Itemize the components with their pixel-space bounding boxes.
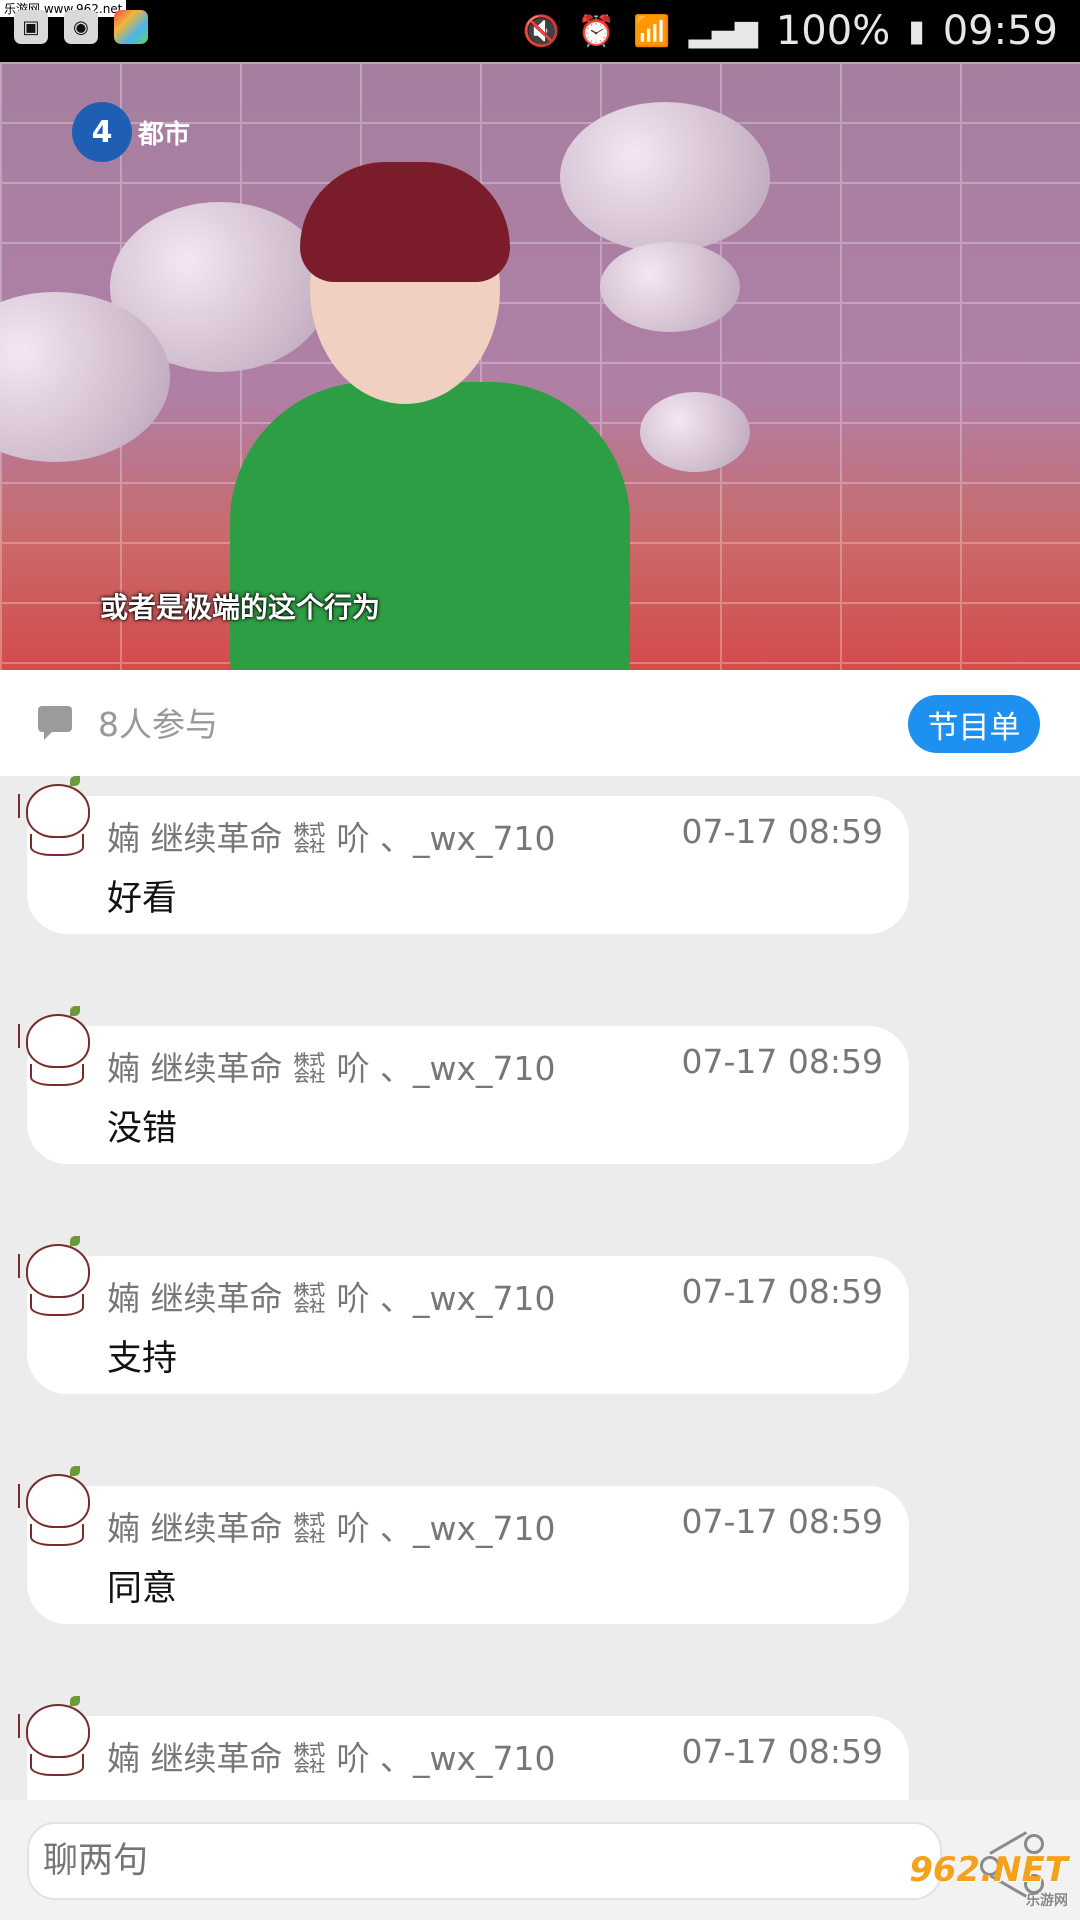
decor-blob [560, 102, 770, 252]
channel-logo: 4 都市 [72, 102, 190, 162]
participant-count: 8人参与 [98, 705, 218, 744]
signal-icon: ▂▄▆ [688, 13, 758, 49]
camera-icon [114, 10, 148, 44]
chat-input[interactable] [27, 1822, 942, 1900]
chat-bubble-icon [38, 706, 72, 740]
message-time: 07-17 08:59 [681, 812, 883, 851]
decor-blob [600, 242, 740, 332]
message-bubble: 婻 继续革命 ㍿ 吤 、_wx_710 07-17 08:59 没错 [27, 1026, 909, 1164]
video-player[interactable]: 4 都市 或者是极端的这个行为 [0, 62, 1080, 670]
list-item: 婻 继续革命 ㍿ 吤 、_wx_710 07-17 08:59 支持 [0, 1236, 1080, 1406]
message-bubble: 婻 继续革命 ㍿ 吤 、_wx_710 07-17 08:59 支持 [27, 1256, 909, 1394]
message-bubble: 婻 继续革命 ㍿ 吤 、_wx_710 07-17 08:59 好看 [27, 796, 909, 934]
avatar[interactable] [16, 1006, 94, 1088]
message-time: 07-17 08:59 [681, 1272, 883, 1311]
list-item: 婻 继续革命 ㍿ 吤 、_wx_710 07-17 08:59 [0, 1696, 1080, 1800]
message-username: 婻 继续革命 ㍿ 吤 、_wx_710 [107, 1509, 556, 1548]
avatar[interactable] [16, 1466, 94, 1548]
clock: 09:59 [942, 8, 1058, 54]
message-text: 好看 [107, 879, 178, 919]
message-time: 07-17 08:59 [681, 1502, 883, 1541]
info-bar: 8人参与 节目单 [0, 670, 1080, 776]
channel-name: 都市 [138, 119, 191, 150]
watermark-sub: 乐游网 [1026, 1893, 1068, 1909]
message-username: 婻 继续革命 ㍿ 吤 、_wx_710 [107, 1739, 556, 1778]
message-time: 07-17 08:59 [681, 1732, 883, 1771]
app-icon: ◉ [64, 10, 98, 44]
list-item: 婻 继续革命 ㍿ 吤 、_wx_710 07-17 08:59 没错 [0, 1006, 1080, 1176]
avatar[interactable] [16, 1236, 94, 1318]
video-subtitle: 或者是极端的这个行为 [100, 591, 381, 624]
wifi-icon: 📶 [633, 13, 671, 49]
avatar[interactable] [16, 776, 94, 858]
status-bar: 乐游网 www.962.net ▣ ◉ 🔇 ⏰ 📶 ▂▄▆ 100% ▮ 09:… [0, 0, 1080, 62]
chat-feed[interactable]: 婻 继续革命 ㍿ 吤 、_wx_710 07-17 08:59 好看 婻 继续革… [0, 776, 1080, 1800]
message-text: 同意 [107, 1569, 178, 1609]
message-time: 07-17 08:59 [681, 1042, 883, 1081]
message-text: 支持 [107, 1339, 178, 1379]
decor-blob [640, 392, 750, 472]
channel-number: 4 [72, 102, 132, 162]
avatar[interactable] [16, 1696, 94, 1778]
message-bubble: 婻 继续革命 ㍿ 吤 、_wx_710 07-17 08:59 [27, 1716, 909, 1800]
mute-icon: 🔇 [522, 13, 560, 49]
bottom-bar: 962.NET 乐游网 [0, 1800, 1080, 1920]
gallery-icon: ▣ [14, 10, 48, 44]
message-username: 婻 继续革命 ㍿ 吤 、_wx_710 [107, 819, 556, 858]
presenter-body [230, 382, 630, 670]
program-list-button[interactable]: 节目单 [908, 695, 1040, 753]
watermark-main: 962.NET [909, 1850, 1068, 1890]
list-item: 婻 继续革命 ㍿ 吤 、_wx_710 07-17 08:59 好看 [0, 776, 1080, 946]
message-username: 婻 继续革命 ㍿ 吤 、_wx_710 [107, 1049, 556, 1088]
battery-level: 100% [775, 8, 891, 54]
alarm-icon: ⏰ [577, 13, 616, 49]
battery-icon: ▮ [908, 13, 925, 49]
list-item: 婻 继续革命 ㍿ 吤 、_wx_710 07-17 08:59 同意 [0, 1466, 1080, 1636]
corner-watermark: 962.NET 乐游网 [909, 1850, 1068, 1910]
message-bubble: 婻 继续革命 ㍿ 吤 、_wx_710 07-17 08:59 同意 [27, 1486, 909, 1624]
message-username: 婻 继续革命 ㍿ 吤 、_wx_710 [107, 1279, 556, 1318]
message-text: 没错 [107, 1109, 178, 1149]
